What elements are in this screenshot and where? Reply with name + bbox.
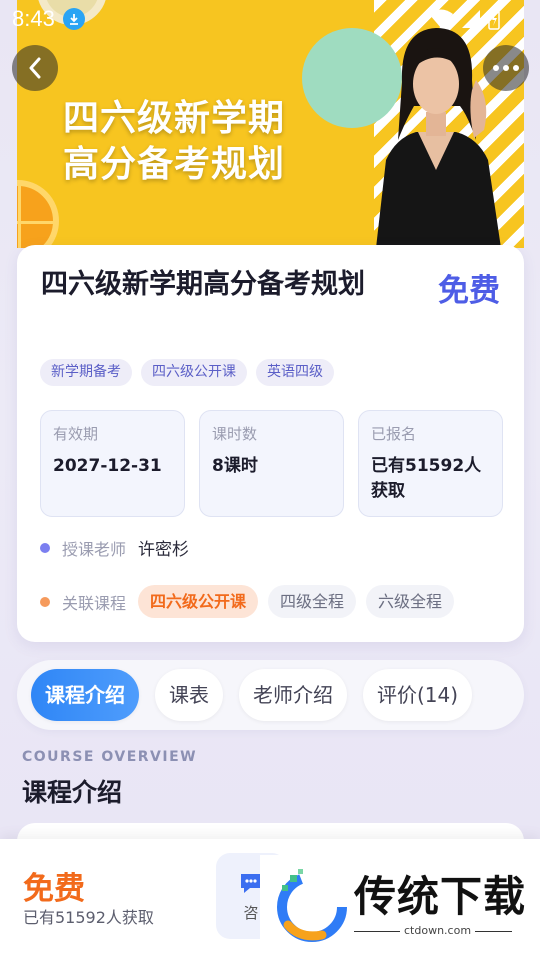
bullet-dot-icon [40, 542, 50, 553]
course-title: 四六级新学期高分备考规划 [41, 269, 365, 300]
stat-value: 2027-12-31 [53, 456, 162, 476]
signal-icon [462, 10, 480, 28]
bottom-enrolled-count: 已有51592人获取 [23, 908, 154, 927]
related-courses-row: 关联课程 四六级公开课 四级全程 六级全程 [40, 585, 464, 618]
related-course-chip[interactable]: 四级全程 [268, 585, 357, 618]
related-course-chip[interactable]: 六级全程 [366, 585, 455, 618]
course-stats: 有效期 2027-12-31 课时数 8课时 已报名 已有51592人获取 [40, 410, 503, 517]
teacher-label: 授课老师 [62, 539, 127, 559]
more-button[interactable] [483, 45, 529, 91]
related-course-chip[interactable]: 四六级公开课 [138, 585, 259, 618]
stat-label: 已报名 [371, 425, 417, 443]
watermark-url: ctdown.com [400, 924, 476, 937]
stat-validity: 有效期 2027-12-31 [40, 410, 185, 517]
stat-label: 有效期 [53, 425, 99, 443]
chevron-left-icon [29, 57, 41, 79]
course-tag[interactable]: 新学期备考 [40, 359, 132, 386]
tab-course-intro[interactable]: 课程介绍 [31, 669, 139, 721]
wifi-icon [429, 9, 453, 28]
course-info-card: 四六级新学期高分备考规划 免费 新学期备考 四六级公开课 英语四级 有效期 20… [17, 245, 524, 642]
section-subtitle: COURSE OVERVIEW [22, 749, 198, 765]
watermark-brand: 传统下载 [354, 872, 527, 921]
status-bar: 8:43 [0, 0, 540, 38]
stat-label: 课时数 [212, 425, 258, 443]
banner-title-line1: 四六级新学期 [63, 98, 286, 139]
bottom-price: 免费 [23, 871, 85, 907]
watermark-overlay: 传统下载 ctdown.com [260, 855, 540, 960]
course-tag[interactable]: 四六级公开课 [141, 359, 247, 386]
course-tags: 新学期备考 四六级公开课 英语四级 [40, 359, 334, 386]
battery-icon [488, 8, 500, 30]
stat-enrolled: 已报名 已有51592人获取 [358, 410, 503, 517]
price-label: 免费 [438, 273, 500, 309]
download-icon [62, 8, 85, 30]
section-title: 课程介绍 [22, 778, 123, 807]
related-label: 关联课程 [62, 593, 127, 613]
teacher-row: 授课老师 许密杉 [40, 535, 189, 560]
watermark-logo-icon [277, 869, 347, 942]
stat-value: 8课时 [212, 456, 258, 476]
bullet-dot-icon [40, 596, 50, 607]
tab-reviews[interactable]: 评价(14) [363, 669, 473, 721]
detail-tabs: 课程介绍 课表 老师介绍 评价(14) [17, 660, 524, 730]
status-time: 8:43 [12, 6, 55, 31]
stat-value: 已有51592人获取 [371, 456, 482, 501]
lemon-slice-icon [17, 180, 59, 248]
teacher-name[interactable]: 许密杉 [138, 535, 189, 560]
status-icons [428, 8, 500, 30]
banner-title-line2: 高分备考规划 [63, 144, 286, 185]
tab-schedule[interactable]: 课表 [155, 669, 223, 721]
banner-title: 四六级新学期 高分备考规划 [63, 96, 323, 188]
consult-label: 咨 [243, 903, 259, 922]
stat-lessons: 课时数 8课时 [199, 410, 344, 517]
back-button[interactable] [12, 45, 58, 91]
tab-teacher-intro[interactable]: 老师介绍 [239, 669, 347, 721]
course-tag[interactable]: 英语四级 [256, 359, 334, 386]
more-dots-icon [493, 65, 519, 71]
